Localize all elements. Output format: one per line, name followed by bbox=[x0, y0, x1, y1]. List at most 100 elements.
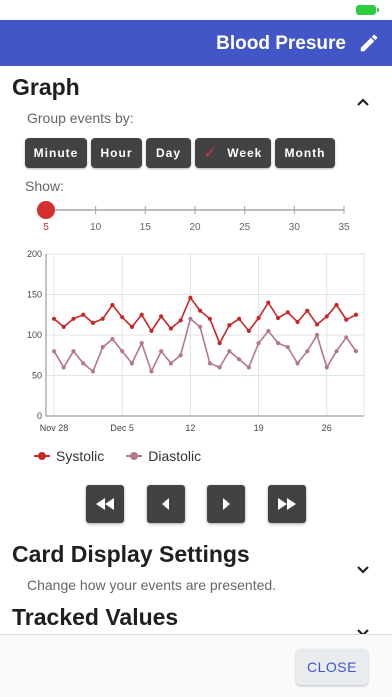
show-label: Show: bbox=[25, 178, 64, 194]
close-button[interactable]: CLOSE bbox=[296, 649, 368, 685]
tracked-values-section: Tracked Values bbox=[0, 600, 392, 634]
series-line-diastolic bbox=[53, 317, 357, 374]
slider-tick-label: 25 bbox=[239, 222, 251, 233]
tracked-values-expand-button[interactable] bbox=[356, 626, 370, 634]
card-display-expand-button[interactable] bbox=[356, 563, 370, 577]
chart-legend: Systolic Diastolic bbox=[34, 448, 201, 464]
chip-label: Week bbox=[227, 146, 263, 160]
data-point-diastolic bbox=[246, 365, 251, 370]
data-point-systolic bbox=[305, 308, 310, 313]
x-tick-label: Nov 28 bbox=[40, 423, 69, 433]
data-point-systolic bbox=[295, 319, 300, 325]
card-display-title: Card Display Settings bbox=[12, 541, 250, 567]
previous-icon bbox=[162, 498, 169, 510]
last-page-button[interactable] bbox=[268, 485, 306, 523]
data-point-diastolic bbox=[81, 361, 86, 366]
data-point-systolic bbox=[344, 317, 349, 322]
data-point-diastolic bbox=[353, 349, 359, 354]
data-point-systolic bbox=[168, 326, 174, 331]
fast-forward-icon bbox=[278, 498, 296, 510]
data-point-systolic bbox=[178, 318, 183, 323]
previous-button[interactable] bbox=[147, 485, 185, 523]
data-point-diastolic bbox=[295, 361, 300, 366]
data-point-systolic bbox=[159, 314, 164, 319]
group-option-minute[interactable]: Minute bbox=[25, 138, 87, 168]
data-point-diastolic bbox=[188, 316, 193, 321]
data-point-systolic bbox=[227, 323, 232, 328]
check-icon: ✓ bbox=[203, 145, 218, 162]
data-point-systolic bbox=[314, 322, 320, 327]
data-point-systolic bbox=[324, 314, 329, 319]
data-point-systolic bbox=[61, 324, 66, 329]
data-point-systolic bbox=[266, 300, 271, 305]
data-point-systolic bbox=[188, 295, 193, 300]
data-point-diastolic bbox=[110, 336, 115, 342]
group-option-hour[interactable]: Hour bbox=[91, 138, 142, 168]
data-point-diastolic bbox=[236, 357, 242, 362]
x-tick-label: Dec 5 bbox=[110, 423, 134, 433]
data-point-systolic bbox=[207, 316, 212, 321]
x-tick-label: 19 bbox=[254, 423, 264, 433]
blood-pressure-chart: 0 50 100 150 200 Nov 28 Dec 5 12 19 26 bbox=[22, 246, 370, 436]
first-page-button[interactable] bbox=[86, 485, 124, 523]
chip-label: Day bbox=[155, 146, 181, 160]
legend-label: Diastolic bbox=[148, 448, 202, 464]
y-tick-label: 100 bbox=[27, 330, 42, 340]
data-point-systolic bbox=[246, 328, 251, 334]
legend-marker bbox=[34, 452, 50, 460]
data-point-diastolic bbox=[120, 349, 125, 354]
pencil-icon bbox=[360, 34, 378, 52]
chip-label: Minute bbox=[33, 146, 79, 160]
y-tick-label: 50 bbox=[32, 371, 42, 381]
data-point-diastolic bbox=[217, 365, 222, 370]
legend-marker bbox=[126, 452, 143, 460]
chevron-down-icon bbox=[357, 566, 369, 574]
data-point-systolic bbox=[81, 312, 86, 317]
series-line-systolic bbox=[53, 296, 357, 345]
data-point-diastolic bbox=[51, 349, 57, 354]
group-option-week[interactable]: ✓ Week bbox=[195, 138, 271, 168]
show-count-slider[interactable]: 5 10 15 20 25 30 35 bbox=[36, 198, 354, 238]
chevron-up-icon bbox=[357, 98, 369, 106]
graph-section-title: Graph bbox=[12, 74, 80, 100]
data-point-diastolic bbox=[266, 328, 271, 334]
y-tick-label: 150 bbox=[27, 290, 42, 300]
slider-tick-label: 5 bbox=[43, 222, 49, 233]
data-point-diastolic bbox=[90, 369, 96, 374]
data-point-diastolic bbox=[149, 369, 154, 374]
data-point-systolic bbox=[275, 315, 281, 321]
data-point-diastolic bbox=[314, 332, 320, 338]
data-point-systolic bbox=[110, 302, 115, 308]
data-point-systolic bbox=[217, 341, 222, 346]
data-point-systolic bbox=[100, 316, 105, 321]
data-point-diastolic bbox=[100, 345, 105, 350]
next-button[interactable] bbox=[207, 485, 245, 523]
data-point-systolic bbox=[120, 315, 125, 320]
chip-label: Hour bbox=[100, 146, 133, 160]
status-bar bbox=[0, 0, 392, 20]
app-bar: Blood Presure bbox=[0, 20, 392, 66]
data-point-diastolic bbox=[159, 349, 164, 354]
group-option-day[interactable]: Day bbox=[146, 138, 191, 168]
data-point-diastolic bbox=[61, 365, 66, 370]
edit-button[interactable] bbox=[358, 32, 380, 54]
slider-tick-label: 15 bbox=[140, 222, 152, 233]
card-display-subtitle: Change how your events are presented. bbox=[27, 577, 277, 593]
group-events-label: Group events by: bbox=[27, 110, 134, 126]
legend-diastolic: Diastolic bbox=[126, 448, 201, 464]
data-point-diastolic bbox=[139, 341, 144, 346]
data-point-systolic bbox=[256, 315, 261, 321]
group-option-month[interactable]: Month bbox=[275, 138, 335, 168]
chip-label: Month bbox=[284, 146, 326, 160]
data-point-systolic bbox=[353, 312, 359, 317]
data-point-systolic bbox=[71, 316, 76, 321]
data-point-diastolic bbox=[324, 365, 329, 370]
data-point-systolic bbox=[129, 324, 135, 329]
graph-collapse-button[interactable] bbox=[356, 95, 370, 109]
chevron-down-icon bbox=[357, 629, 369, 634]
slider-thumb[interactable] bbox=[37, 201, 55, 219]
data-point-diastolic bbox=[334, 349, 339, 354]
data-point-systolic bbox=[149, 328, 154, 334]
data-point-diastolic bbox=[305, 349, 310, 354]
data-point-diastolic bbox=[129, 361, 135, 366]
